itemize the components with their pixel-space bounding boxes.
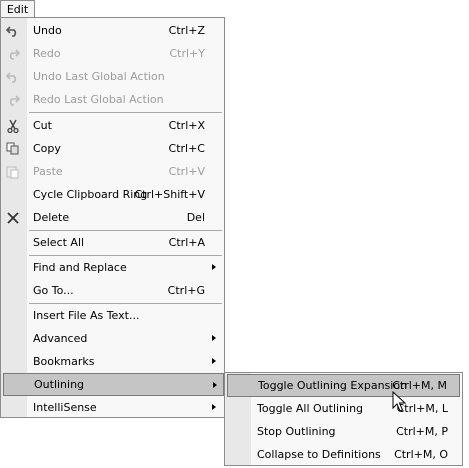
menu-item-shortcut: Ctrl+Y	[169, 47, 205, 60]
menu-item-shortcut: Ctrl+Shift+V	[134, 188, 205, 201]
menu-item-bookmarks[interactable]: Bookmarks	[1, 350, 224, 373]
menu-item-shortcut: Ctrl+V	[168, 165, 205, 178]
submenu-arrow-icon	[212, 404, 216, 410]
menu-item-find-and-replace[interactable]: Find and Replace	[1, 256, 224, 279]
menu-item-delete[interactable]: Delete Del	[1, 206, 224, 229]
menu-item-label: Advanced	[33, 332, 88, 345]
edit-menu-button[interactable]: Edit	[0, 0, 35, 18]
edit-menu-label: Edit	[6, 3, 29, 16]
menu-item-advanced[interactable]: Advanced	[1, 327, 224, 350]
submenu-item-label: Collapse to Definitions	[257, 448, 381, 461]
menu-item-label: Paste	[33, 165, 63, 178]
submenu-item-label: Toggle All Outlining	[257, 402, 364, 415]
menu-item-label: Go To...	[33, 284, 74, 297]
edit-menu: Undo Ctrl+Z Redo Ctrl+Y Undo Last Global…	[0, 17, 225, 418]
submenu-item-toggle-outlining-expansion[interactable]: Toggle Outlining Expansion Ctrl+M, M	[227, 374, 460, 397]
redo-global-icon	[5, 92, 21, 108]
menu-item-intellisense[interactable]: IntelliSense	[1, 396, 224, 419]
menu-item-label: Select All	[33, 236, 85, 249]
menu-item-label: Delete	[33, 211, 70, 224]
paste-icon	[5, 164, 21, 180]
menu-item-shortcut: Ctrl+X	[168, 119, 205, 132]
menu-item-label: Undo	[33, 24, 62, 37]
menu-item-shortcut: Ctrl+G	[167, 284, 205, 297]
menu-item-shortcut: Ctrl+Z	[168, 24, 205, 37]
menu-item-undo-last-global-action[interactable]: Undo Last Global Action	[1, 65, 224, 88]
menu-item-label: IntelliSense	[33, 401, 97, 414]
menu-item-shortcut: Del	[186, 211, 205, 224]
menu-item-label: Undo Last Global Action	[33, 70, 165, 83]
menu-item-label: Find and Replace	[33, 261, 127, 274]
delete-x-icon	[5, 210, 21, 226]
menu-item-label: Outlining	[34, 378, 85, 391]
menu-item-insert-file-as-text[interactable]: Insert File As Text...	[1, 304, 224, 327]
menu-separator	[29, 112, 222, 113]
submenu-item-shortcut: Ctrl+M, O	[394, 448, 448, 461]
undo-icon	[5, 23, 21, 39]
menu-item-shortcut: Ctrl+A	[168, 236, 205, 249]
menu-item-label: Bookmarks	[33, 355, 95, 368]
outlining-submenu: Toggle Outlining Expansion Ctrl+M, M Tog…	[224, 372, 463, 466]
submenu-arrow-icon	[212, 335, 216, 341]
submenu-arrow-icon	[212, 358, 216, 364]
menu-item-cycle-clipboard-ring[interactable]: Cycle Clipboard Ring Ctrl+Shift+V	[1, 183, 224, 206]
menu-item-label: Redo	[33, 47, 61, 60]
menu-item-label: Cycle Clipboard Ring	[33, 188, 148, 201]
menu-item-label: Copy	[33, 142, 61, 155]
mouse-pointer-icon	[392, 391, 406, 412]
copy-icon	[5, 141, 21, 157]
submenu-item-shortcut: Ctrl+M, P	[396, 425, 448, 438]
submenu-item-label: Stop Outlining	[257, 425, 336, 438]
undo-global-icon	[5, 69, 21, 85]
scissors-icon	[5, 118, 21, 134]
menu-item-copy[interactable]: Copy Ctrl+C	[1, 137, 224, 160]
submenu-item-stop-outlining[interactable]: Stop Outlining Ctrl+M, P	[225, 420, 462, 443]
submenu-arrow-icon	[212, 264, 216, 270]
menu-item-cut[interactable]: Cut Ctrl+X	[1, 114, 224, 137]
submenu-item-collapse-to-definitions[interactable]: Collapse to Definitions Ctrl+M, O	[225, 443, 462, 466]
submenu-arrow-icon	[213, 382, 217, 388]
menu-item-redo[interactable]: Redo Ctrl+Y	[1, 42, 224, 65]
menu-item-undo[interactable]: Undo Ctrl+Z	[1, 19, 224, 42]
redo-icon	[5, 46, 21, 62]
menu-item-redo-last-global-action[interactable]: Redo Last Global Action	[1, 88, 224, 111]
menu-item-shortcut: Ctrl+C	[168, 142, 205, 155]
menu-item-outlining[interactable]: Outlining	[3, 373, 224, 396]
menu-item-label: Insert File As Text...	[33, 309, 140, 322]
menu-item-go-to[interactable]: Go To... Ctrl+G	[1, 279, 224, 302]
menu-item-select-all[interactable]: Select All Ctrl+A	[1, 231, 224, 254]
submenu-item-label: Toggle Outlining Expansion	[258, 379, 408, 392]
menu-item-paste[interactable]: Paste Ctrl+V	[1, 160, 224, 183]
menu-item-label: Cut	[33, 119, 52, 132]
menu-item-label: Redo Last Global Action	[33, 93, 164, 106]
submenu-item-toggle-all-outlining[interactable]: Toggle All Outlining Ctrl+M, L	[225, 397, 462, 420]
